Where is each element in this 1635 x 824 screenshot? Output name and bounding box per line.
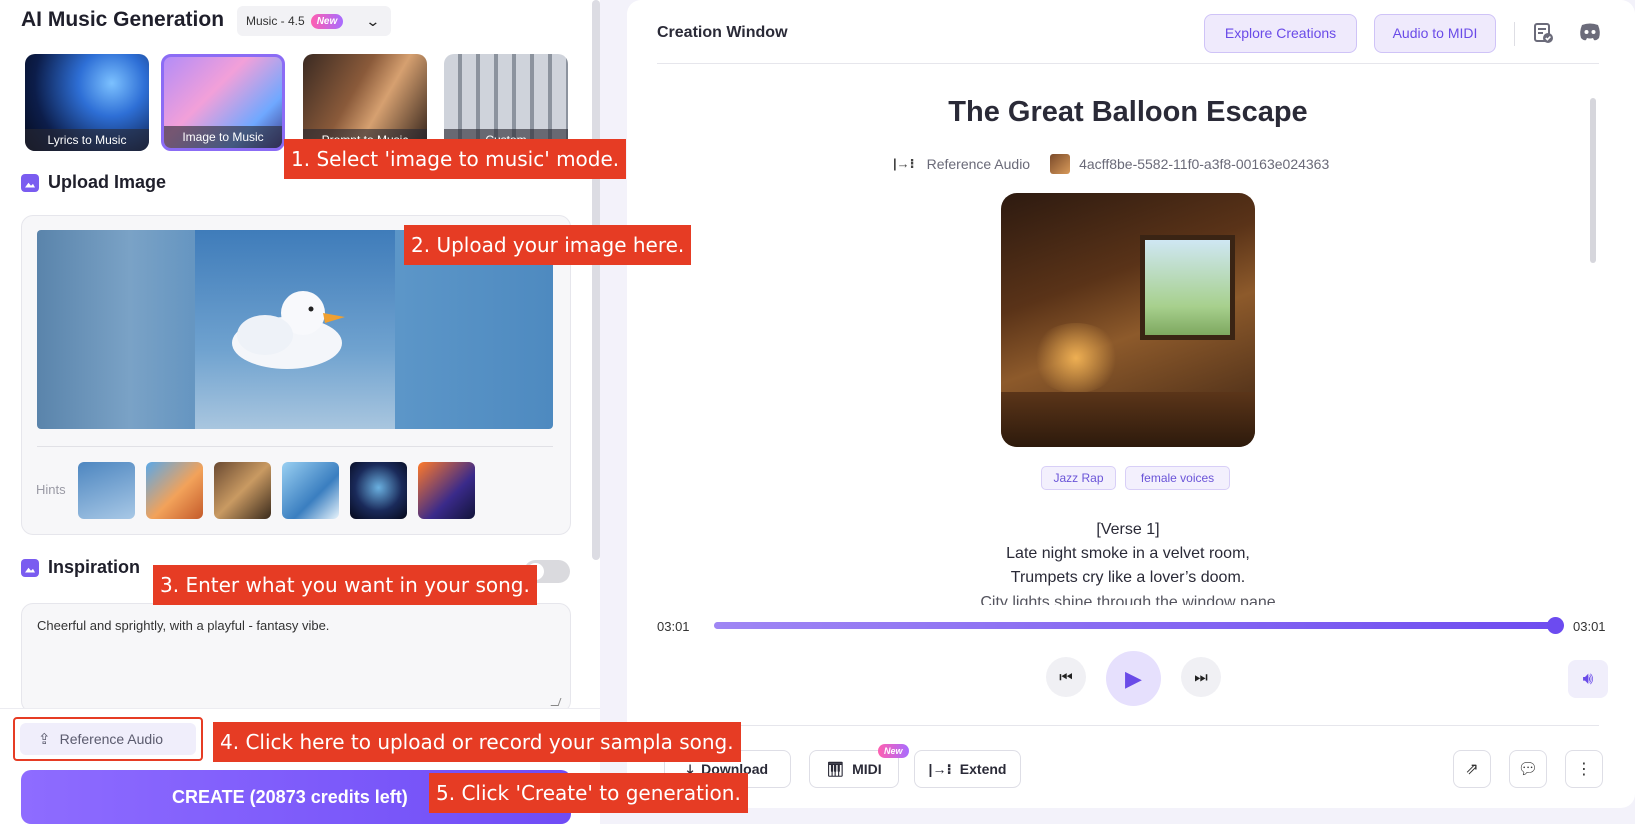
discord-icon[interactable] <box>1578 22 1602 46</box>
explore-creations-button[interactable]: Explore Creations <box>1204 14 1357 53</box>
header-divider <box>657 63 1599 64</box>
hint-thumb-girl[interactable] <box>282 462 339 519</box>
upload-icon: ⇪ <box>38 731 51 748</box>
play-button[interactable]: ▶ <box>1106 651 1161 706</box>
comment-button[interactable]: 💬︎ <box>1509 750 1547 788</box>
reference-audio-label: Reference Audio <box>59 731 164 747</box>
progress-handle[interactable] <box>1547 617 1564 634</box>
annotation-step-5: 5. Click 'Create' to generation. <box>429 773 748 813</box>
image-icon <box>21 173 39 192</box>
progress-bar[interactable] <box>714 622 1557 629</box>
time-current: 03:01 <box>657 619 690 634</box>
voice-tag[interactable]: female voices <box>1125 466 1230 490</box>
annotation-step-1: 1. Select 'image to music' mode. <box>284 139 627 179</box>
model-select-label: Music - 4.5 <box>246 14 305 28</box>
cover-lamp-glow <box>1031 323 1121 393</box>
cover-window <box>1140 235 1235 340</box>
audio-to-midi-button[interactable]: Audio to MIDI <box>1374 14 1496 53</box>
skip-previous-icon: ⏮ <box>1059 668 1073 686</box>
reference-audio-highlight: ⇪ Reference Audio <box>13 717 203 761</box>
external-link-icon: ⇗ <box>1465 761 1479 778</box>
reference-info: |→⁝ Reference Audio 4acff8be-5582-11f0-a… <box>893 154 1329 174</box>
midi-label: MIDI <box>852 761 882 777</box>
previous-button[interactable]: ⏮ <box>1046 657 1086 697</box>
hints-label: Hints <box>36 482 66 497</box>
lyric-line: Trumpets cry like a lover’s doom. <box>1010 569 1246 586</box>
lyric-line: Late night smoke in a velvet room, <box>1006 545 1250 562</box>
new-badge: New <box>310 13 344 29</box>
extend-button[interactable]: |→⁝ Extend <box>914 750 1021 788</box>
cloud-duck-image <box>232 291 345 369</box>
inspiration-heading: Inspiration <box>21 557 140 578</box>
volume-icon: 🔊︎ <box>1582 669 1594 688</box>
mode-card-custom[interactable]: Custom <box>444 54 568 151</box>
resize-grip-icon[interactable] <box>550 698 562 706</box>
hint-thumb-cat[interactable] <box>146 462 203 519</box>
skip-next-icon: ⏭ <box>1194 668 1208 686</box>
hint-thumb-fire[interactable] <box>418 462 475 519</box>
inspiration-text: Cheerful and sprightly, with a playful -… <box>37 618 330 633</box>
task-list-icon[interactable] <box>1531 22 1555 46</box>
upload-image-heading: Upload Image <box>21 172 166 193</box>
share-button[interactable]: ⇗ <box>1453 750 1491 788</box>
upload-image-title: Upload Image <box>48 172 167 192</box>
reference-thumbnail <box>1050 154 1071 174</box>
creation-window-title: Creation Window <box>657 24 788 41</box>
app-title: AI Music Generation <box>21 8 225 31</box>
more-button[interactable]: ⋮ <box>1565 750 1603 788</box>
toolbar-divider <box>1514 22 1515 46</box>
mode-card-lyrics-to-music[interactable]: Lyrics to Music <box>25 54 149 151</box>
inspiration-title: Inspiration <box>48 557 141 577</box>
model-select[interactable]: Music - 4.5 New ⌄ <box>237 6 391 36</box>
midi-new-badge: New <box>878 744 909 758</box>
comment-icon: 💬︎ <box>1517 761 1539 778</box>
left-scrollbar[interactable] <box>592 0 600 560</box>
piano-icon: 🎹︎ <box>826 760 845 777</box>
lyric-line: City lights shine through the window pan… <box>980 594 1276 605</box>
reference-audio-button[interactable]: ⇪ Reference Audio <box>20 723 196 755</box>
play-icon: ▶ <box>1125 665 1142 691</box>
hint-thumb-duck[interactable] <box>78 462 135 519</box>
mode-card-prompt-to-music[interactable]: Prompt to Music <box>303 54 427 151</box>
extend-icon: |→⁝ <box>928 760 952 777</box>
song-cover-image <box>1001 193 1255 447</box>
extend-label: Extend <box>959 761 1007 777</box>
more-vertical-icon: ⋮ <box>1576 761 1592 778</box>
reference-id[interactable]: 4acff8be-5582-11f0-a3f8-00163e024363 <box>1079 156 1329 172</box>
next-button[interactable]: ⏭ <box>1181 657 1221 697</box>
reference-audio-icon: |→⁝ <box>893 156 915 171</box>
reference-audio-text: Reference Audio <box>926 156 1031 172</box>
volume-button[interactable]: 🔊︎ <box>1568 660 1608 698</box>
actions-divider <box>657 725 1599 726</box>
progress-fill <box>714 622 1557 629</box>
annotation-step-2: 2. Upload your image here. <box>404 225 692 265</box>
uploaded-image-center <box>195 230 395 429</box>
edit-icon <box>21 558 39 577</box>
annotation-step-3: 3. Enter what you want in your song. <box>153 565 537 605</box>
cover-floor <box>1001 392 1255 447</box>
hints-divider <box>37 446 553 447</box>
time-total: 03:01 <box>1573 619 1606 634</box>
song-title: The Great Balloon Escape <box>948 96 1308 128</box>
inspiration-textarea[interactable]: Cheerful and sprightly, with a playful -… <box>21 603 571 713</box>
mode-card-image-to-music[interactable]: Image to Music <box>161 54 285 151</box>
hint-thumb-dog[interactable] <box>214 462 271 519</box>
lyric-line: [Verse 1] <box>1096 521 1160 538</box>
mode-card-label: Lyrics to Music <box>25 129 149 151</box>
mode-card-label: Image to Music <box>164 126 282 148</box>
annotation-step-4: 4. Click here to upload or record your s… <box>213 722 741 762</box>
hint-thumb-planet[interactable] <box>350 462 407 519</box>
genre-tag[interactable]: Jazz Rap <box>1041 466 1116 490</box>
chevron-down-icon: ⌄ <box>365 12 381 29</box>
